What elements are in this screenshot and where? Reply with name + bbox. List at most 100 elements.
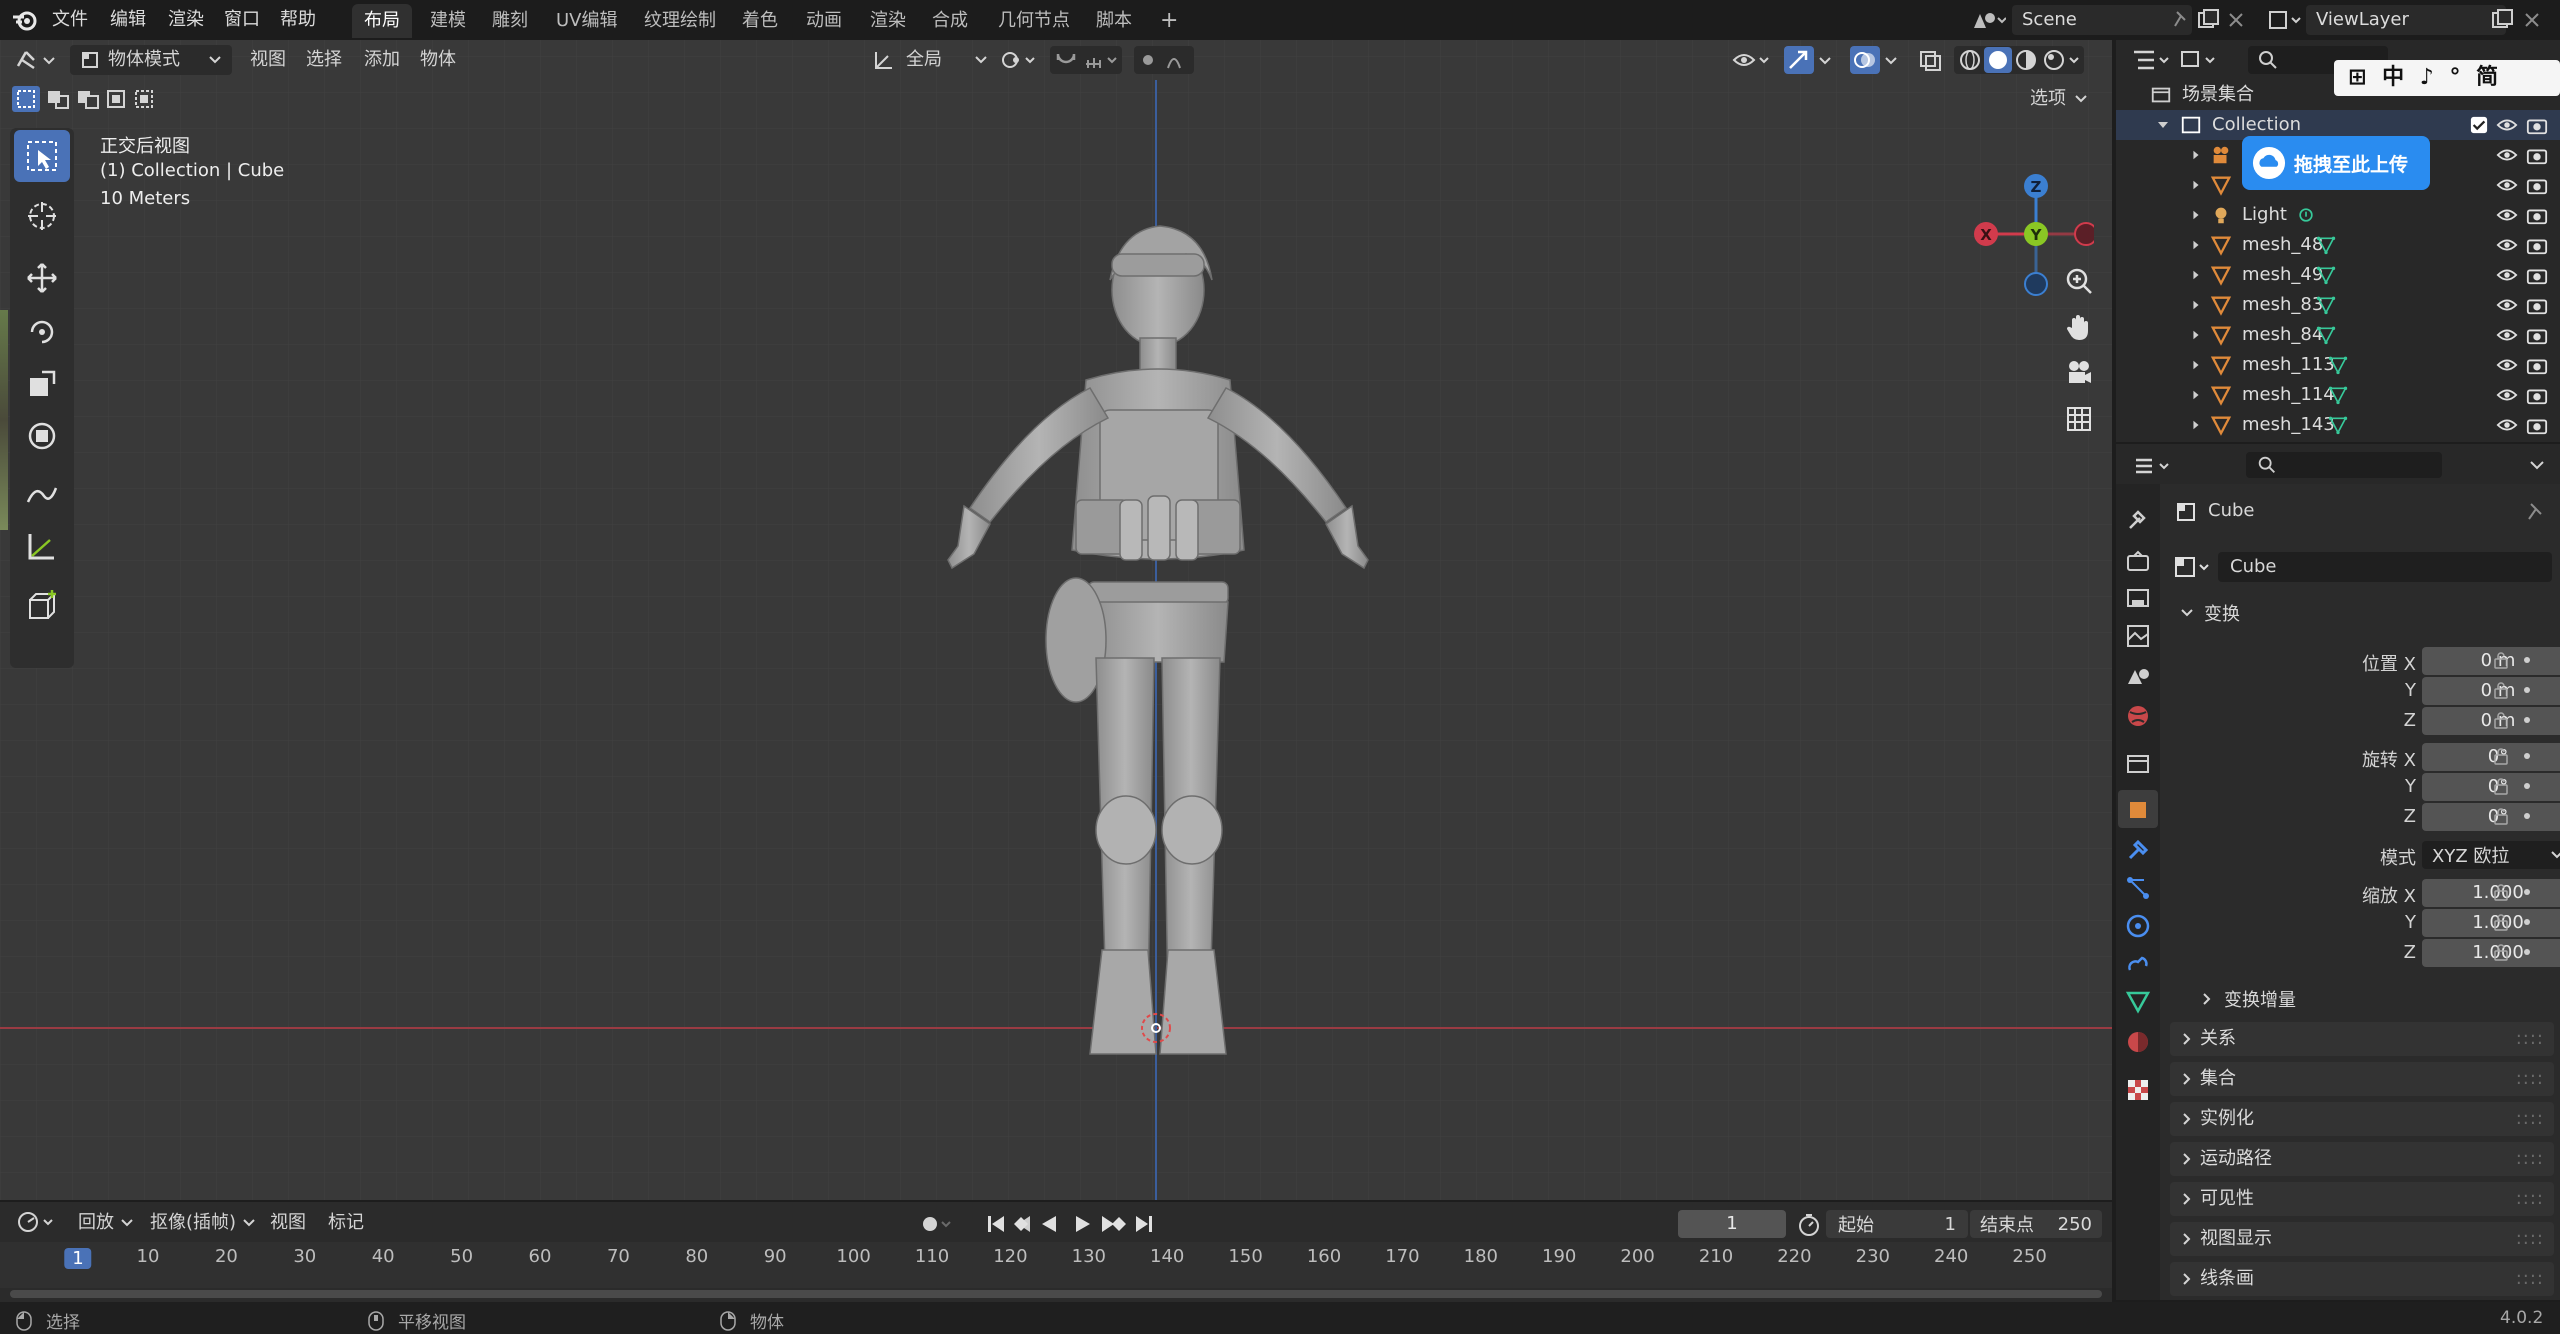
material-tab-icon[interactable] bbox=[2124, 1028, 2152, 1056]
tool-move[interactable] bbox=[14, 252, 70, 304]
tool-rotate[interactable] bbox=[14, 306, 70, 358]
jump-start-icon[interactable] bbox=[988, 1216, 1004, 1232]
expand-right-icon[interactable] bbox=[2190, 389, 2202, 401]
view-layer-field[interactable]: ViewLayer bbox=[2306, 5, 2506, 35]
camera-render-icon[interactable] bbox=[2526, 174, 2548, 196]
expand-right-icon[interactable] bbox=[2190, 149, 2202, 161]
eye-icon[interactable] bbox=[2496, 174, 2518, 196]
delta-transform-subpanel[interactable]: 变换增量 bbox=[2186, 982, 2296, 1016]
outliner-row-item[interactable]: mesh_84 bbox=[2116, 320, 2560, 350]
lock-icon[interactable] bbox=[2492, 882, 2512, 902]
upload-badge[interactable]: 拖拽至此上传 bbox=[2242, 136, 2430, 190]
start-frame-field[interactable]: 起始 1 bbox=[1826, 1210, 1968, 1238]
collapsed-panel[interactable]: 视图显示:::: bbox=[2170, 1222, 2554, 1256]
lock-icon[interactable] bbox=[2492, 650, 2512, 670]
tab-rendering[interactable]: 渲染 bbox=[858, 4, 918, 38]
new-view-layer-icon[interactable] bbox=[2490, 8, 2514, 32]
eye-icon[interactable] bbox=[2496, 414, 2518, 436]
tool-transform[interactable] bbox=[14, 410, 70, 462]
tab-texture-paint[interactable]: 纹理绘制 bbox=[632, 4, 728, 38]
drag-handle-icon[interactable]: :::: bbox=[2516, 1262, 2544, 1296]
rotation-z-field[interactable]: 0° bbox=[2422, 803, 2560, 831]
keyframe-dot-icon[interactable] bbox=[2522, 751, 2532, 761]
editor-type-icon[interactable] bbox=[12, 46, 58, 74]
world-tab-icon[interactable] bbox=[2124, 702, 2152, 730]
constraints-tab-icon[interactable] bbox=[2124, 950, 2152, 978]
prev-keyframe-icon[interactable] bbox=[1014, 1216, 1030, 1232]
eye-icon[interactable] bbox=[2496, 144, 2518, 166]
expand-right-icon[interactable] bbox=[2190, 239, 2202, 251]
overlay-toggle[interactable] bbox=[1850, 46, 1880, 74]
menu-add[interactable]: 添加 bbox=[364, 45, 400, 75]
camera-render-icon[interactable] bbox=[2526, 144, 2548, 166]
visibility-dropdown[interactable] bbox=[1730, 46, 1774, 74]
menu-keying[interactable]: 抠像(插帧) bbox=[150, 1208, 256, 1238]
collapsed-panel[interactable]: 运动路径:::: bbox=[2170, 1142, 2554, 1176]
keyframe-dot-icon[interactable] bbox=[2522, 655, 2532, 665]
tool-tab-icon[interactable] bbox=[2124, 506, 2152, 534]
keyframe-dot-icon[interactable] bbox=[2522, 917, 2532, 927]
eye-icon[interactable] bbox=[2496, 114, 2518, 136]
outliner-row-item[interactable]: mesh_49 bbox=[2116, 260, 2560, 290]
outliner-row-item[interactable]: mesh_143 bbox=[2116, 410, 2560, 440]
camera-render-icon[interactable] bbox=[2526, 414, 2548, 436]
tool-scale[interactable] bbox=[14, 358, 70, 410]
jump-end-icon[interactable] bbox=[1136, 1216, 1152, 1232]
options-dropdown[interactable]: 选项 bbox=[2030, 84, 2104, 114]
stopwatch-icon[interactable] bbox=[1796, 1212, 1822, 1238]
tool-add-cube[interactable] bbox=[14, 580, 70, 632]
collapsed-panel[interactable]: 可见性:::: bbox=[2170, 1182, 2554, 1216]
display-mode-icon[interactable] bbox=[2178, 46, 2220, 74]
camera-render-icon[interactable] bbox=[2526, 114, 2548, 136]
pan-hand-icon[interactable] bbox=[2060, 308, 2098, 346]
menu-window[interactable]: 窗口 bbox=[224, 0, 260, 40]
drag-handle-icon[interactable]: :::: bbox=[2516, 1022, 2544, 1056]
expand-right-icon[interactable] bbox=[2190, 359, 2202, 371]
new-scene-icon[interactable] bbox=[2196, 8, 2220, 32]
select-extend-icon[interactable] bbox=[48, 91, 69, 109]
tab-animation[interactable]: 动画 bbox=[794, 4, 854, 38]
eye-icon[interactable] bbox=[2496, 354, 2518, 376]
outliner-row-scene-collection[interactable]: 场景集合 bbox=[2116, 80, 2560, 110]
select-invert-icon[interactable] bbox=[107, 90, 125, 108]
properties-editor-type-icon[interactable] bbox=[2132, 452, 2174, 480]
select-new-icon[interactable] bbox=[12, 86, 40, 112]
expand-right-icon[interactable] bbox=[2190, 179, 2202, 191]
keyframe-dot-icon[interactable] bbox=[2522, 685, 2532, 695]
camera-render-icon[interactable] bbox=[2526, 264, 2548, 286]
tab-geometry-nodes[interactable]: 几何节点 bbox=[986, 4, 1082, 38]
eye-icon[interactable] bbox=[2496, 264, 2518, 286]
outliner-row-item[interactable]: mesh_113 bbox=[2116, 350, 2560, 380]
keyframe-dot-icon[interactable] bbox=[2522, 715, 2532, 725]
proportional-editing-toggle[interactable] bbox=[1134, 46, 1194, 74]
camera-render-icon[interactable] bbox=[2526, 234, 2548, 256]
tool-select-box[interactable] bbox=[14, 130, 70, 182]
expand-right-icon[interactable] bbox=[2190, 329, 2202, 341]
add-workspace-button[interactable]: + bbox=[1148, 4, 1190, 38]
collapsed-panel[interactable]: 关系:::: bbox=[2170, 1022, 2554, 1056]
tab-layout[interactable]: 布局 bbox=[352, 4, 412, 38]
select-intersect-icon[interactable] bbox=[135, 90, 153, 108]
play-reverse-icon[interactable] bbox=[1042, 1216, 1056, 1232]
expand-down-icon[interactable] bbox=[2156, 118, 2170, 132]
scale-z-field[interactable]: 1.000 bbox=[2422, 939, 2560, 967]
solid-shading-icon[interactable] bbox=[1984, 47, 2012, 73]
outliner[interactable]: ⊞ 中 ♪ ° 简 场景集合 Collection 拖拽至此上传 Light me… bbox=[2116, 40, 2560, 442]
object-datablock-icon[interactable] bbox=[2172, 552, 2214, 582]
scene-name-field[interactable]: Scene bbox=[2012, 5, 2192, 35]
current-frame-marker[interactable]: 1 bbox=[64, 1248, 92, 1269]
menu-file[interactable]: 文件 bbox=[52, 0, 88, 40]
menu-select[interactable]: 选择 bbox=[306, 45, 342, 75]
blender-logo-icon[interactable] bbox=[12, 8, 38, 32]
pin-icon[interactable] bbox=[2172, 10, 2190, 30]
lock-icon[interactable] bbox=[2492, 776, 2512, 796]
tab-scripting[interactable]: 脚本 bbox=[1084, 4, 1144, 38]
camera-render-icon[interactable] bbox=[2526, 384, 2548, 406]
camera-render-icon[interactable] bbox=[2526, 204, 2548, 226]
tab-compositing[interactable]: 合成 bbox=[920, 4, 980, 38]
modifier-tab-icon[interactable] bbox=[2124, 836, 2152, 864]
tab-uv-editing[interactable]: UV编辑 bbox=[544, 4, 630, 38]
expand-right-icon[interactable] bbox=[2190, 209, 2202, 221]
menu-view[interactable]: 视图 bbox=[250, 45, 286, 75]
timeline-scrollbar[interactable] bbox=[10, 1290, 2102, 1298]
